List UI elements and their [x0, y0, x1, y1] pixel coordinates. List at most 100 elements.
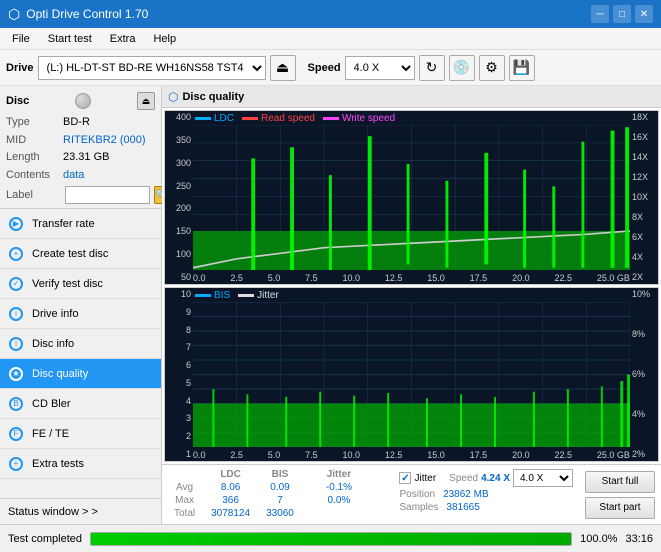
avg-ldc: 8.06	[203, 481, 258, 494]
max-jitter: 0.0%	[318, 494, 360, 507]
y-label-350: 350	[167, 136, 191, 145]
nav-verify-test-disc-label: Verify test disc	[32, 278, 103, 290]
y-label-100: 100	[167, 250, 191, 259]
writespeed-legend-label: Write speed	[342, 113, 395, 124]
fe-te-icon: F	[8, 426, 24, 442]
nav-items: ▶ Transfer rate + Create test disc ✓ Ver…	[0, 209, 161, 498]
menubar: File Start test Extra Help	[0, 28, 661, 50]
y-label-150: 150	[167, 227, 191, 236]
y-label-r-10x: 10X	[632, 193, 656, 202]
eject-button[interactable]: ⏏	[270, 55, 296, 81]
y-label-300: 300	[167, 159, 191, 168]
status-text: Test completed	[8, 533, 82, 545]
speed-dropdown[interactable]: 4.0 X	[513, 469, 573, 487]
start-part-button[interactable]: Start part	[585, 497, 655, 519]
y-label-r-4x: 4X	[632, 253, 656, 262]
max-ldc: 366	[203, 494, 258, 507]
max-label: Max	[166, 494, 203, 507]
disc-icon	[75, 93, 91, 109]
nav-disc-quality[interactable]: ★ Disc quality	[0, 359, 161, 389]
nav-create-test-disc-label: Create test disc	[32, 248, 108, 260]
nav-fe-te[interactable]: F FE / TE	[0, 419, 161, 449]
bis-chart: BIS Jitter	[164, 287, 659, 462]
y-label-r-8x: 8X	[632, 213, 656, 222]
y-label-r-2x: 2X	[632, 273, 656, 282]
close-button[interactable]: ✕	[635, 5, 653, 23]
nav-drive-info-label: Drive info	[32, 308, 78, 320]
jitter-checkbox[interactable]: ✓	[399, 472, 411, 484]
status-footer: Test completed 100.0% 33:16	[0, 524, 661, 552]
nav-drive-info[interactable]: i Drive info	[0, 299, 161, 329]
y-label-50: 50	[167, 273, 191, 282]
y-label-r-16x: 16X	[632, 133, 656, 142]
content-area: ⬡ Disc quality LDC Read speed	[162, 86, 661, 524]
readspeed-legend-item: Read speed	[242, 113, 315, 124]
drive-label: Drive	[6, 62, 34, 74]
disc-eject-btn[interactable]: ⏏	[137, 92, 155, 110]
minimize-button[interactable]: ─	[591, 5, 609, 23]
disc-quality-icon: ★	[8, 366, 24, 382]
bis-header: BIS	[258, 468, 302, 481]
type-label: Type	[6, 114, 61, 132]
titlebar-controls: ─ □ ✕	[591, 5, 653, 23]
refresh-button[interactable]: ↻	[419, 55, 445, 81]
ldc-header: LDC	[203, 468, 258, 481]
nav-extra-tests[interactable]: + Extra tests	[0, 449, 161, 479]
jitter-speed-section: ✓ Jitter Speed 4.24 X 4.0 X Position 238…	[393, 465, 579, 524]
bis-legend-label: BIS	[214, 290, 230, 301]
chart2-y-axis-left: 10 9 8 7 6 5 4 3 2 1	[165, 288, 193, 461]
stats-section: LDC BIS Jitter Avg 8.06 0.09 -0.1%	[162, 465, 393, 524]
speed-label: Speed	[308, 62, 341, 74]
progress-percentage: 100.0%	[580, 533, 617, 545]
avg-row: Avg 8.06 0.09 -0.1%	[166, 481, 360, 494]
transfer-rate-icon: ▶	[8, 216, 24, 232]
create-test-disc-icon: +	[8, 246, 24, 262]
disc-icon-button[interactable]: 💿	[449, 55, 475, 81]
charts-area: LDC Read speed Write speed	[162, 108, 661, 464]
menu-extra[interactable]: Extra	[102, 29, 144, 49]
settings-button[interactable]: ⚙	[479, 55, 505, 81]
nav-create-test-disc[interactable]: + Create test disc	[0, 239, 161, 269]
chart1-legend: LDC Read speed Write speed	[195, 113, 395, 124]
label-label: Label	[6, 189, 61, 201]
contents-label: Contents	[6, 167, 61, 185]
nav-disc-info[interactable]: i Disc info	[0, 329, 161, 359]
app-icon: ⬡	[8, 6, 20, 23]
disc-info-icon: i	[8, 336, 24, 352]
jitter-legend-item: Jitter	[238, 290, 279, 301]
jitter-legend-color	[238, 294, 254, 297]
avg-label: Avg	[166, 481, 203, 494]
start-full-button[interactable]: Start full	[585, 471, 655, 493]
menu-file[interactable]: File	[4, 29, 38, 49]
nav-cd-bler[interactable]: B CD Bler	[0, 389, 161, 419]
maximize-button[interactable]: □	[613, 5, 631, 23]
disc-quality-header: ⬡ Disc quality	[162, 86, 661, 108]
menu-start-test[interactable]: Start test	[40, 29, 100, 49]
titlebar-title: ⬡ Opti Drive Control 1.70	[8, 6, 148, 23]
chart1-y-axis-left: 400 350 300 250 200 150 100 50	[165, 111, 193, 284]
app-title: Opti Drive Control 1.70	[26, 7, 148, 21]
ldc-legend-color	[195, 117, 211, 120]
status-window-label: Status window > >	[8, 506, 98, 518]
status-window-button[interactable]: Status window > >	[0, 498, 161, 524]
menu-help[interactable]: Help	[145, 29, 184, 49]
disc-quality-icon-header: ⬡	[168, 90, 178, 104]
speed-select[interactable]: 4.0 X	[345, 56, 415, 80]
drive-select[interactable]: (L:) HL-DT-ST BD-RE WH16NS58 TST4	[38, 56, 266, 80]
label-input[interactable]	[65, 186, 150, 204]
cd-bler-icon: B	[8, 396, 24, 412]
readspeed-legend-label: Read speed	[261, 113, 315, 124]
disc-title: Disc	[6, 95, 29, 107]
nav-transfer-rate[interactable]: ▶ Transfer rate	[0, 209, 161, 239]
total-ldc: 3078124	[203, 507, 258, 520]
total-label: Total	[166, 507, 203, 520]
nav-transfer-rate-label: Transfer rate	[32, 218, 95, 230]
y-label-400: 400	[167, 113, 191, 122]
nav-verify-test-disc[interactable]: ✓ Verify test disc	[0, 269, 161, 299]
chart2-legend: BIS Jitter	[195, 290, 279, 301]
chart1-y-axis-right: 18X 16X 14X 12X 10X 8X 6X 4X 2X	[630, 111, 658, 284]
save-button[interactable]: 💾	[509, 55, 535, 81]
total-bis: 33060	[258, 507, 302, 520]
avg-jitter: -0.1%	[318, 481, 360, 494]
y-label-r-18x: 18X	[632, 113, 656, 122]
